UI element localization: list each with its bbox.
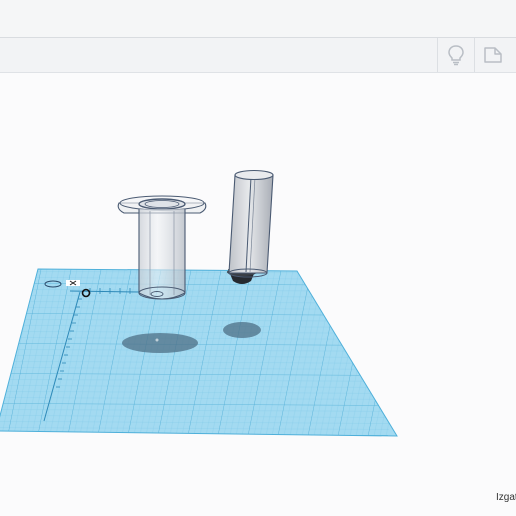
notes-button[interactable] — [475, 38, 511, 72]
tube-object[interactable] — [227, 169, 274, 285]
workplane[interactable] — [0, 263, 422, 445]
top-toolbar — [0, 37, 516, 73]
speech-bubble-icon — [484, 47, 502, 63]
bottom-right-label: Izgat — [496, 492, 516, 503]
cup-shadow — [122, 333, 198, 353]
3d-viewport[interactable] — [0, 73, 516, 516]
scene — [0, 169, 422, 445]
lightbulb-icon — [448, 45, 464, 66]
window-top-strip — [0, 0, 516, 37]
tube-shadow — [223, 322, 261, 338]
tips-button[interactable] — [438, 38, 474, 72]
